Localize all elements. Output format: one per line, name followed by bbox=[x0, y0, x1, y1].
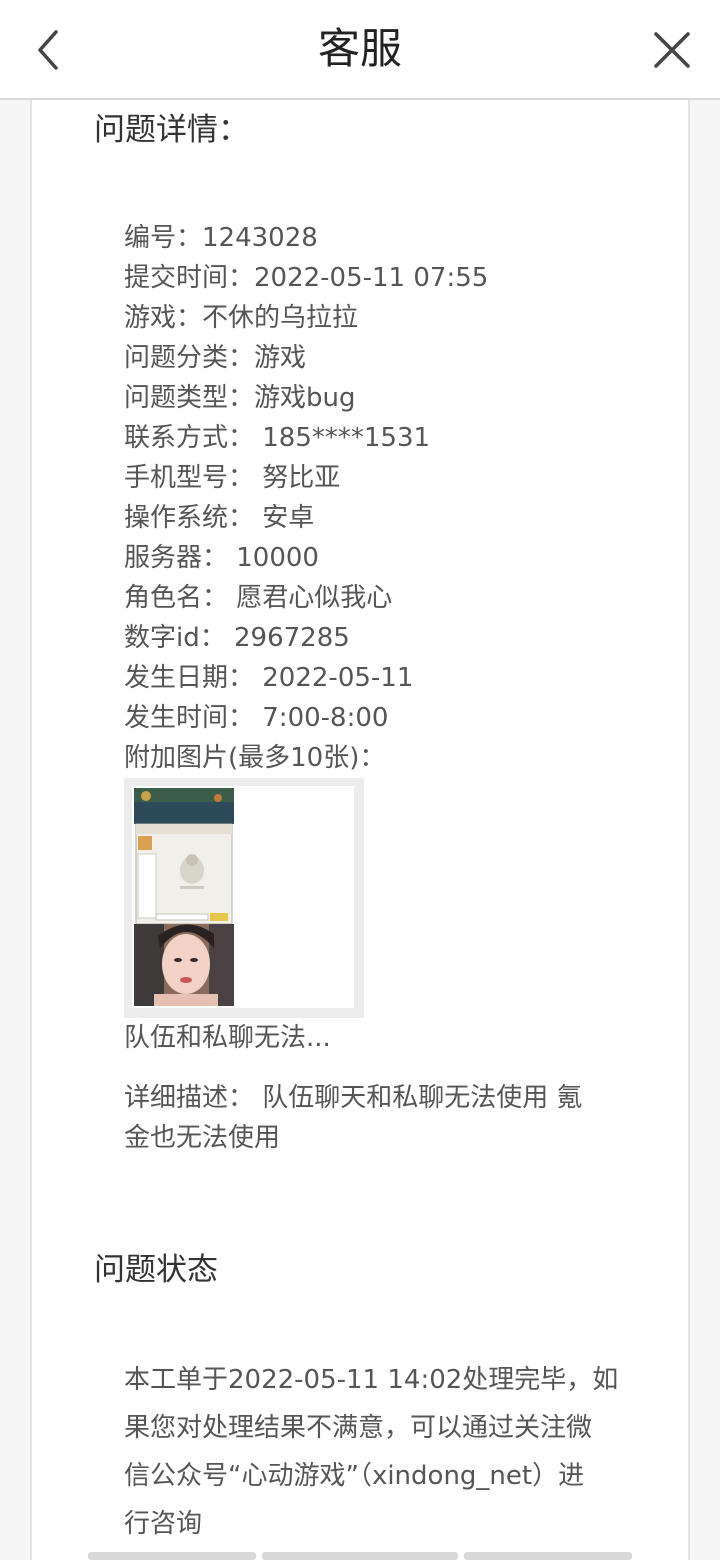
server: 服务器： 10000 bbox=[124, 543, 319, 573]
bottom-action-button[interactable] bbox=[88, 1552, 256, 1560]
bottom-action-button[interactable] bbox=[262, 1552, 458, 1560]
status-line: 行咨询 bbox=[124, 1509, 203, 1539]
issue-category: 问题分类：游戏 bbox=[124, 343, 307, 373]
thumbnail-background bbox=[132, 786, 354, 1008]
status-line: 果您对处理结果不满意，可以通过关注微 bbox=[124, 1413, 593, 1443]
character-name: 角色名： 愿君心似我心 bbox=[124, 583, 393, 613]
status-message: 本工单于2022-05-11 14:02处理完毕，如 果您对处理结果不满意，可以… bbox=[124, 1356, 644, 1548]
status-line: 信公众号“心动游戏”（xindong_net）进 bbox=[124, 1461, 585, 1491]
screenshot-image bbox=[134, 788, 234, 1006]
description-line: 详细描述： 队伍聊天和私聊无法使用 氪 bbox=[124, 1083, 583, 1113]
close-button[interactable] bbox=[644, 22, 700, 78]
attachments-label: 附加图片(最多10张)： bbox=[124, 743, 386, 773]
ticket-info-list: 编号：1243028 提交时间：2022-05-11 07:55 游戏：不休的乌… bbox=[124, 218, 644, 778]
game-name: 游戏：不休的乌拉拉 bbox=[124, 303, 359, 333]
submit-time: 提交时间：2022-05-11 07:55 bbox=[124, 263, 489, 293]
numeric-id: 数字id： 2967285 bbox=[124, 623, 350, 653]
details-section-title: 问题详情： bbox=[94, 112, 249, 148]
occurrence-time: 发生时间： 7:00-8:00 bbox=[124, 703, 389, 733]
status-line: 本工单于2022-05-11 14:02处理完毕，如 bbox=[124, 1365, 619, 1395]
bottom-action-bar bbox=[88, 1552, 638, 1560]
detailed-description: 详细描述： 队伍聊天和私聊无法使用 氪 金也无法使用 bbox=[124, 1078, 624, 1158]
issue-type: 问题类型：游戏bug bbox=[124, 383, 356, 413]
phone-model: 手机型号： 努比亚 bbox=[124, 463, 341, 493]
page-title: 客服 bbox=[317, 24, 402, 73]
description-line: 金也无法使用 bbox=[124, 1123, 281, 1153]
status-section-title: 问题状态 bbox=[94, 1252, 218, 1288]
top-navigation-bar: 客服 bbox=[0, 0, 720, 100]
contact-info: 联系方式： 185****1531 bbox=[124, 423, 431, 453]
attachment-caption: 队伍和私聊无法... bbox=[124, 1023, 331, 1053]
close-icon bbox=[654, 32, 690, 68]
ticket-number: 编号：1243028 bbox=[124, 223, 318, 253]
attachment-thumbnail[interactable] bbox=[124, 778, 364, 1018]
occurrence-date: 发生日期： 2022-05-11 bbox=[124, 663, 414, 693]
operating-system: 操作系统： 安卓 bbox=[124, 503, 315, 533]
bottom-action-button[interactable] bbox=[464, 1552, 632, 1560]
ticket-card: 问题详情： 编号：1243028 提交时间：2022-05-11 07:55 游… bbox=[30, 100, 690, 1560]
